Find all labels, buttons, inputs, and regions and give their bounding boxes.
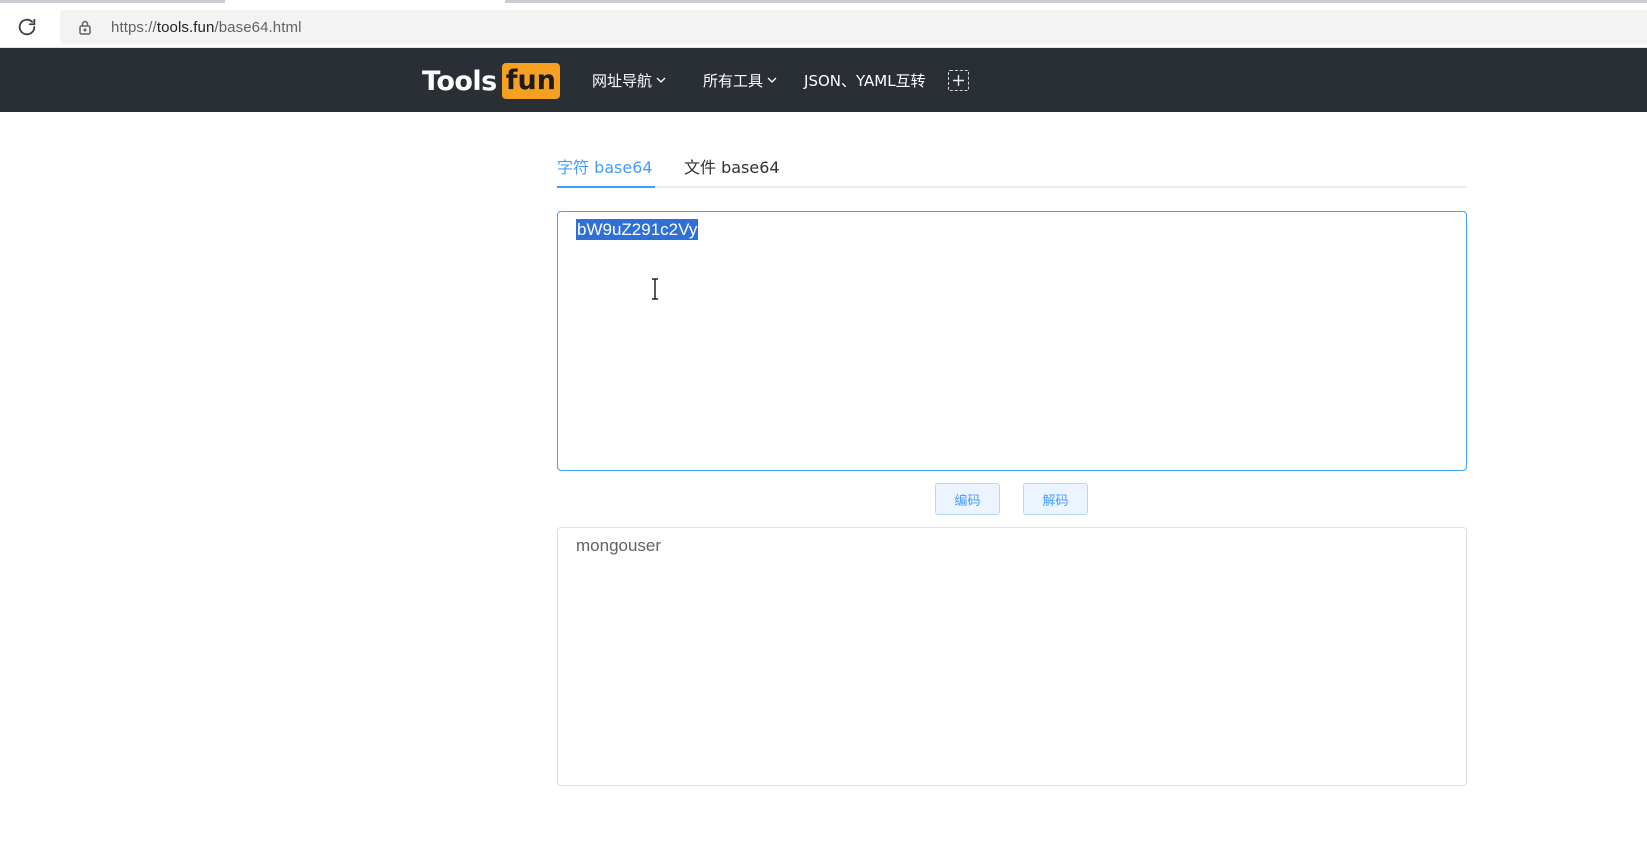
logo-fun-badge: fun [501,63,560,99]
main-nav: 网址导航 所有工具 JSON、YAML互转 [592,48,969,112]
chevron-down-icon [656,77,666,83]
reload-button[interactable] [14,14,40,40]
browser-address-bar: https://tools.fun/base64.html [0,6,1647,48]
plus-icon [952,74,964,86]
reload-icon [18,18,36,36]
active-tab-indicator [557,186,655,188]
input-textarea[interactable]: bW9uZ291c2Vy [557,211,1467,471]
nav-label: 所有工具 [703,71,764,90]
browser-tab-indicator [0,0,225,3]
nav-all-tools[interactable]: 所有工具 [703,70,778,91]
nav-site-navigation[interactable]: 网址导航 [592,70,667,91]
nav-label: 网址导航 [592,71,653,90]
url-scheme: https:// [111,19,157,36]
browser-tab-indicator [505,0,1647,3]
base64-tabs: 字符 base64 文件 base64 [557,140,1467,188]
url-field[interactable]: https://tools.fun/base64.html [60,10,1647,44]
logo-tools-text: Tools [422,65,497,97]
nav-label: JSON、YAML互转 [804,71,926,90]
output-text: mongouser [576,536,662,555]
url-text: https://tools.fun/base64.html [111,19,302,36]
url-path: /base64.html [214,19,302,36]
output-textarea[interactable]: mongouser [557,527,1467,786]
decode-button[interactable]: 解码 [1023,483,1088,515]
url-host: tools.fun [156,19,215,36]
tab-file-base64[interactable]: 文件 base64 [684,154,780,178]
add-tool-button[interactable] [947,69,969,91]
tab-string-base64[interactable]: 字符 base64 [557,154,653,178]
nav-json-yaml[interactable]: JSON、YAML互转 [804,70,926,91]
site-logo[interactable]: Tools fun [422,63,560,99]
text-cursor-icon [652,278,658,300]
action-buttons: 编码 解码 [0,483,1647,515]
lock-icon [79,20,91,35]
input-text-selected: bW9uZ291c2Vy [576,219,699,240]
chevron-down-icon [767,77,777,83]
encode-button[interactable]: 编码 [935,483,1000,515]
site-header: Tools fun 网址导航 所有工具 JSON、YAML互转 [0,48,1647,112]
